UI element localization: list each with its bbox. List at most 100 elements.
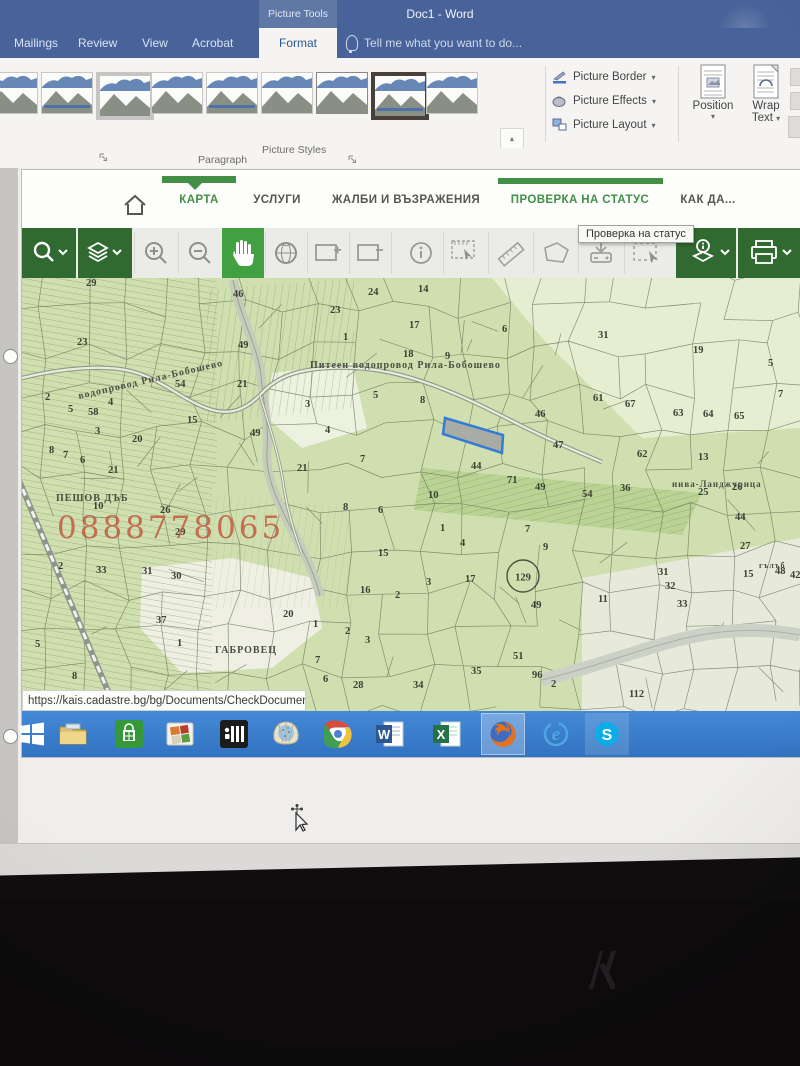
gallery-up-icon[interactable]: ▲ — [501, 129, 523, 150]
tab-acrobat[interactable]: Acrobat — [192, 28, 233, 58]
parcel-number: 63 — [673, 408, 684, 419]
hover-tab-indicator — [498, 178, 663, 184]
measure-distance-tool[interactable] — [488, 228, 533, 278]
word-button[interactable]: W — [368, 713, 412, 755]
globe-tool[interactable] — [265, 228, 307, 278]
picture-style-thumbnail[interactable] — [96, 72, 154, 120]
tell-me-label: Tell me what you want to do... — [364, 36, 522, 50]
picture-resize-handle[interactable] — [3, 349, 18, 364]
parcel-number: 11 — [598, 594, 608, 605]
windows-store-button[interactable] — [107, 713, 151, 755]
nav-item-proverka-status[interactable]: ПРОВЕРКА НА СТАТУС — [511, 194, 649, 206]
picture-style-thumbnail[interactable] — [41, 72, 93, 114]
tab-view[interactable]: View — [142, 28, 168, 58]
measure-area-tool[interactable] — [533, 228, 578, 278]
chrome-button[interactable] — [316, 713, 360, 755]
zoom-out-icon — [187, 240, 213, 266]
picture-style-thumbnail[interactable] — [0, 72, 38, 114]
document-title: Doc1 - Word — [360, 0, 520, 28]
cadastre-map[interactable]: 129 294624231234954212558415332044987657… — [22, 278, 800, 711]
stats-app-button[interactable] — [212, 713, 256, 755]
zoom-in-tool[interactable] — [134, 228, 177, 278]
zoom-rect-out-tool[interactable] — [349, 228, 391, 278]
tab-format-active[interactable]: Format — [259, 28, 337, 58]
parcel-number: 2 — [45, 392, 50, 403]
tell-me-box[interactable]: Tell me what you want to do... — [346, 28, 522, 58]
picture-border-button[interactable]: Picture Border▾ — [552, 66, 677, 88]
measure-position-tool[interactable] — [443, 228, 487, 278]
firefox-button-active[interactable] — [481, 713, 525, 755]
parcel-number: 49 — [250, 428, 261, 439]
partial-button — [788, 116, 800, 138]
nav-item-zhalbi[interactable]: ЖАЛБИ И ВЪЗРАЖЕНИЯ — [332, 194, 480, 206]
skype-button[interactable]: S — [585, 713, 629, 755]
file-explorer-button[interactable] — [51, 713, 95, 755]
parcel-number: 6 — [323, 674, 328, 685]
position-button[interactable]: Position ▾ — [686, 64, 740, 121]
parcel-number: 58 — [88, 407, 99, 418]
tab-mailings[interactable]: Mailings — [14, 28, 58, 58]
picture-effects-button[interactable]: Picture Effects▾ — [552, 90, 677, 112]
parcel-number: 2 — [395, 590, 400, 601]
place-name: нива-Ланджурица — [672, 479, 762, 489]
parcel-number: 20 — [283, 609, 294, 620]
start-button[interactable] — [10, 713, 54, 755]
parcel-number: 24 — [368, 287, 379, 298]
wrap-text-button[interactable]: Wrap Text ▾ — [744, 64, 788, 124]
pan-tool-active[interactable] — [222, 228, 264, 278]
nav-item-uslugi[interactable]: УСЛУГИ — [253, 194, 301, 206]
parcel-number: 4 — [325, 425, 331, 436]
picture-layout-button[interactable]: Picture Layout▾ — [552, 114, 677, 136]
parcel-number: 9 — [543, 542, 548, 553]
parcel-number: 17 — [409, 320, 420, 331]
status-check-tooltip: Проверка на статус — [578, 225, 694, 243]
home-icon[interactable] — [122, 194, 148, 216]
parcel-number: 33 — [96, 565, 107, 576]
picture-style-thumbnail[interactable] — [261, 72, 313, 114]
parcel-number: 21 — [237, 379, 248, 390]
parcel-number: 7 — [525, 524, 530, 535]
inserted-screenshot-picture[interactable]: КАРТА УСЛУГИ ЖАЛБИ И ВЪЗРАЖЕНИЯ ПРОВЕРКА… — [22, 170, 800, 757]
nav-item-kak-da[interactable]: КАК ДА... — [680, 194, 735, 206]
shell-app-button[interactable] — [264, 713, 308, 755]
browser-status-url: https://kais.cadastre.bg/bg/Documents/Ch… — [22, 690, 306, 711]
excel-button[interactable]: X — [425, 713, 469, 755]
parcel-number: 19 — [693, 345, 704, 356]
picture-border-icon — [552, 70, 568, 84]
parcel-number: 112 — [629, 689, 644, 700]
dialog-launcher-icon[interactable] — [99, 153, 108, 162]
store-icon — [115, 720, 143, 748]
picture-style-thumbnail[interactable] — [426, 72, 478, 114]
print-button[interactable] — [738, 228, 800, 278]
parcel-number: 54 — [175, 379, 186, 390]
nav-item-karta[interactable]: КАРТА — [179, 194, 218, 206]
parcel-number: 16 — [360, 585, 371, 596]
kais-navbar: КАРТА УСЛУГИ ЖАЛБИ И ВЪЗРАЖЕНИЯ ПРОВЕРКА… — [22, 170, 800, 229]
parcel-number: 47 — [553, 440, 564, 451]
tab-review[interactable]: Review — [78, 28, 117, 58]
parcel-number: 5 — [35, 639, 40, 650]
layers-tool-button[interactable] — [78, 228, 132, 278]
picture-style-thumbnail[interactable] — [316, 72, 368, 114]
zoom-out-tool[interactable] — [178, 228, 221, 278]
parcel-number: 13 — [698, 452, 709, 463]
parcel-number: 2 — [345, 626, 350, 637]
picture-style-thumbnail[interactable] — [151, 72, 203, 114]
parcel-number: 1 — [343, 332, 348, 343]
photo-gallery-button[interactable] — [158, 713, 202, 755]
parcel-number: 1 — [440, 523, 445, 534]
parcel-number: 6 — [378, 505, 383, 516]
zoom-rect-in-tool[interactable] — [307, 228, 349, 278]
internet-explorer-button[interactable]: e — [534, 713, 578, 755]
windows-logo-icon — [18, 721, 46, 747]
place-name: ГАБРОВЕЦ — [215, 645, 277, 656]
picture-style-thumbnail[interactable] — [206, 72, 258, 114]
dialog-launcher-icon[interactable] — [348, 155, 357, 164]
info-tool[interactable] — [400, 228, 442, 278]
parcel-number: 46 — [535, 409, 546, 420]
parcel-number: 27 — [740, 541, 751, 552]
zoom-rect-in-icon — [314, 242, 342, 264]
parcel-number: 6 — [80, 455, 85, 466]
picture-style-thumbnail[interactable] — [371, 72, 429, 120]
search-tool-button[interactable] — [22, 228, 76, 278]
